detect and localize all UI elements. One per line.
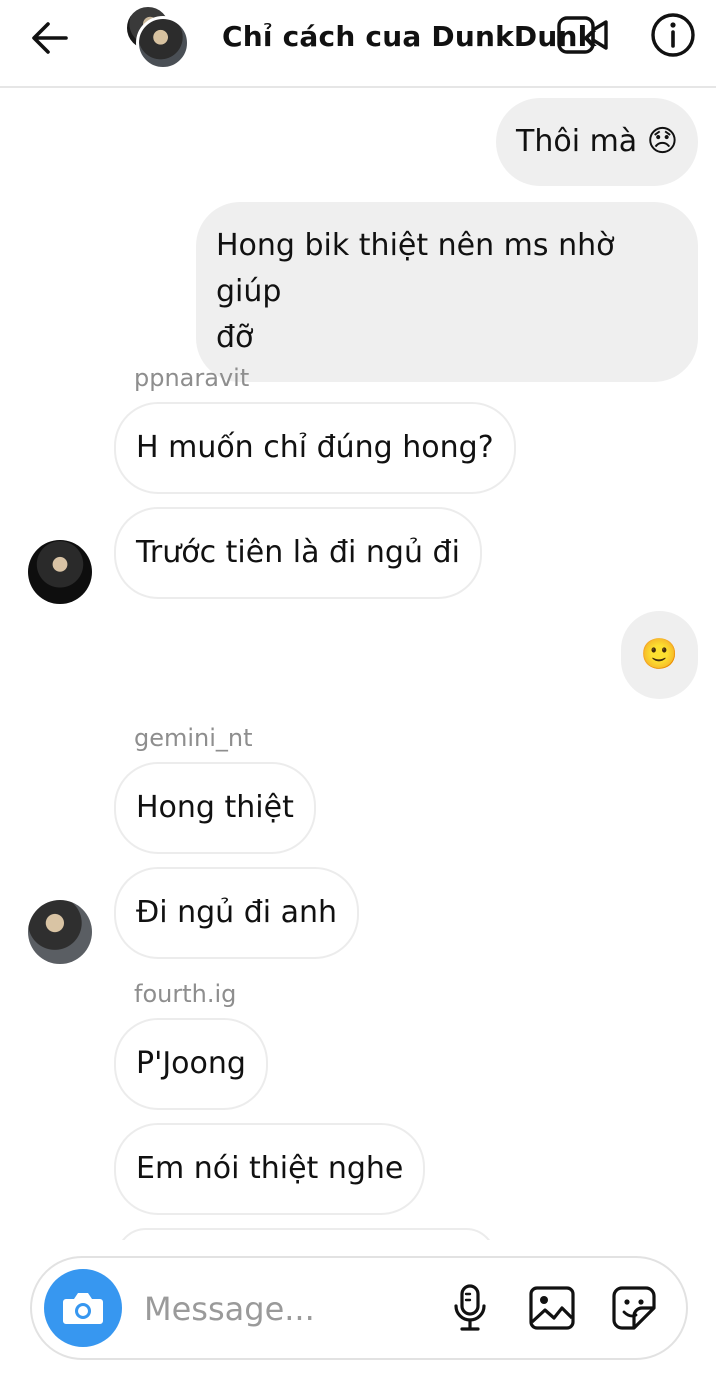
message-outgoing[interactable]: Thôi mà 😞 [496,98,698,186]
sticker-button[interactable] [608,1282,660,1334]
message-incoming[interactable]: H muốn chỉ đúng hong? [114,402,516,494]
info-icon [651,13,695,57]
video-call-button[interactable] [556,14,610,56]
message-list[interactable]: Thôi mà 😞 Hong bik thiệt nên ms nhờ giúp… [0,90,716,1240]
message-outgoing[interactable]: Hong bik thiệt nên ms nhờ giúp đỡ [196,202,698,382]
video-camera-icon [557,16,608,54]
arrow-left-icon [32,22,68,54]
member-avatar-2 [136,16,190,70]
message-incoming[interactable]: P'Joong [114,1018,268,1110]
back-button[interactable] [26,18,74,58]
message-composer [30,1256,688,1360]
message-incoming-partial[interactable] [116,1228,496,1240]
sender-name: gemini_nt [134,724,253,752]
microphone-icon [454,1284,486,1331]
message-line: đỡ [216,320,254,355]
sender-avatar[interactable] [28,540,92,604]
camera-button[interactable] [44,1269,122,1347]
image-icon [529,1286,575,1330]
message-incoming[interactable]: Trước tiên là đi ngủ đi [114,507,482,599]
sender-avatar[interactable] [28,900,92,964]
message-incoming[interactable]: Đi ngủ đi anh [114,867,360,959]
voice-message-button[interactable] [444,1282,496,1334]
sender-name: ppnaravit [134,364,250,392]
message-input[interactable] [144,1282,414,1336]
gallery-button[interactable] [526,1282,578,1334]
message-line: Hong bik thiệt nên ms nhờ giúp [216,228,615,309]
group-avatar[interactable] [124,4,192,70]
message-outgoing[interactable]: 🙂 [620,611,698,699]
sticker-icon [612,1286,656,1330]
chat-title[interactable]: Chỉ cách cua DunkDunk [222,20,596,53]
chat-header: Chỉ cách cua DunkDunk [0,0,716,88]
info-button[interactable] [650,12,696,58]
camera-icon [63,1293,103,1324]
message-incoming[interactable]: Em nói thiệt nghe [114,1123,426,1215]
message-incoming[interactable]: Hong thiệt [114,762,316,854]
sender-name: fourth.ig [134,980,237,1008]
